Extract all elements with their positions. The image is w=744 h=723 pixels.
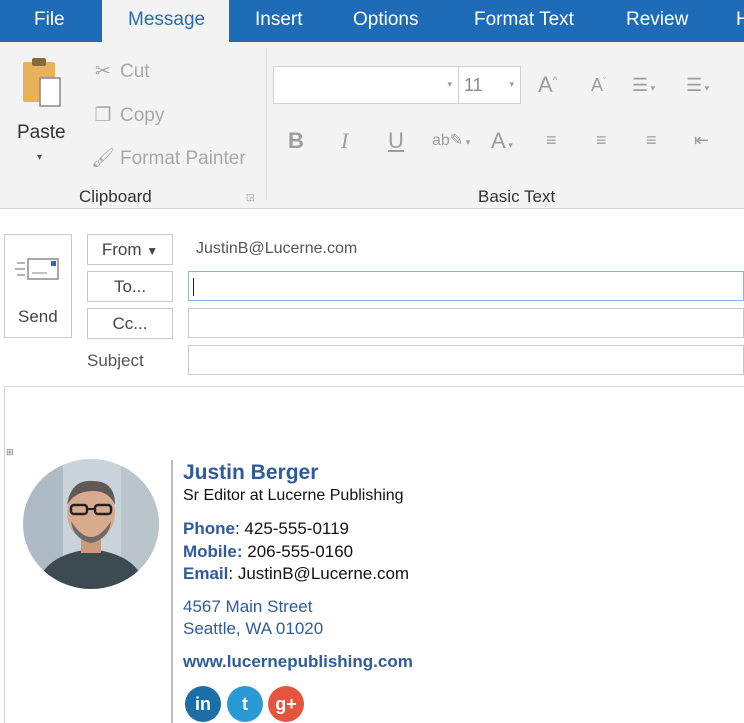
basic-text-group-label: Basic Text: [478, 187, 556, 206]
format-painter-label: Format Painter: [120, 148, 246, 169]
group-separator: [266, 48, 267, 200]
subject-field[interactable]: [188, 345, 744, 375]
table-move-handle-icon[interactable]: ⊞: [6, 447, 14, 458]
tab-help[interactable]: H: [736, 0, 744, 42]
phone-value: 425-555-0119: [244, 519, 350, 538]
bullets-icon[interactable]: ☰ ▾: [632, 75, 655, 96]
mobile-label: Mobile:: [183, 542, 243, 561]
copy-label: Copy: [120, 105, 165, 126]
align-left-icon[interactable]: ≡: [546, 130, 557, 151]
from-button[interactable]: From ▼: [87, 234, 173, 265]
message-body-border-left: [4, 386, 5, 723]
twitter-icon[interactable]: t: [227, 686, 263, 722]
cut-label: Cut: [120, 61, 150, 82]
signature-email: Email: JustinB@Lucerne.com: [183, 564, 410, 583]
text-caret: [193, 278, 194, 296]
cc-field[interactable]: [188, 308, 744, 338]
tab-options[interactable]: Options: [353, 0, 418, 42]
to-button[interactable]: To...: [87, 271, 173, 302]
tab-message[interactable]: Message: [102, 0, 229, 42]
copy-icon: ❐: [94, 105, 112, 126]
ribbon-panel: Paste ▾ ✂ Cut ❐ Copy 🖌 Format Painter Clipb…: [0, 42, 744, 209]
send-envelope-icon: [15, 258, 59, 280]
signature-address-line1: 4567 Main Street: [183, 597, 313, 616]
cc-button[interactable]: Cc...: [87, 308, 173, 339]
font-size-value: 11: [464, 75, 483, 95]
send-button[interactable]: Send: [4, 234, 72, 338]
to-field[interactable]: [188, 271, 744, 301]
font-size-combobox[interactable]: 11 ▾: [459, 66, 521, 104]
paste-button[interactable]: Paste ▾: [8, 56, 72, 174]
paste-icon: [23, 58, 61, 107]
italic-icon[interactable]: I: [341, 128, 348, 154]
cut-button[interactable]: ✂ Cut: [90, 56, 150, 88]
tab-review[interactable]: Review: [626, 0, 688, 42]
grow-font-icon[interactable]: A^: [538, 72, 557, 98]
signature-address-line2: Seattle, WA 01020: [183, 619, 324, 638]
clipboard-dialog-launcher-icon[interactable]: ◲: [246, 192, 255, 203]
google-plus-icon[interactable]: g+: [268, 686, 304, 722]
mobile-value: 206-555-0160: [247, 542, 354, 561]
tab-format-text[interactable]: Format Text: [474, 0, 574, 42]
align-center-icon[interactable]: ≡: [596, 130, 607, 151]
email-label: Email: [183, 564, 229, 583]
bold-icon[interactable]: B: [288, 128, 304, 154]
ribbon-tab-bar: File Message Insert Options Format Text …: [0, 0, 744, 42]
highlight-icon[interactable]: ab✎ ▾: [432, 130, 470, 150]
linkedin-icon[interactable]: in: [185, 686, 221, 722]
align-right-icon[interactable]: ≡: [646, 130, 657, 151]
format-painter-icon: 🖌: [90, 148, 116, 169]
signature-phone: Phone: 425-555-0119: [183, 519, 350, 538]
shrink-font-icon[interactable]: Aˇ: [591, 75, 606, 96]
signature-mobile: Mobile: 206-555-0160: [183, 542, 353, 562]
signature-title: Sr Editor at Lucerne Publishing: [183, 487, 404, 504]
signature-website-link[interactable]: www.lucernepublishing.com: [183, 652, 413, 672]
send-label: Send: [18, 307, 58, 326]
font-size-dropdown-icon[interactable]: ▾: [509, 79, 514, 90]
paste-dropdown-arrow-icon[interactable]: ▾: [37, 152, 42, 163]
paste-label: Paste: [17, 122, 66, 143]
scissors-icon: ✂: [95, 61, 111, 82]
underline-icon[interactable]: U: [388, 128, 404, 154]
message-body-border: [4, 386, 744, 387]
tab-file[interactable]: File: [34, 0, 65, 42]
font-name-dropdown-icon[interactable]: ▾: [447, 79, 452, 90]
format-painter-button[interactable]: 🖌 Format Painter: [90, 143, 246, 175]
from-address: JustinB@Lucerne.com: [196, 240, 358, 257]
from-label: From: [101, 240, 142, 259]
clipboard-group-label: Clipboard: [79, 187, 152, 206]
font-color-icon[interactable]: A ▾: [491, 128, 513, 154]
signature-divider: [171, 460, 173, 723]
signature-name: Justin Berger: [183, 461, 319, 484]
tab-insert[interactable]: Insert: [255, 0, 303, 42]
numbering-icon[interactable]: ☰ ▾: [686, 75, 709, 96]
font-name-combobox[interactable]: ▾: [273, 66, 459, 104]
decrease-indent-icon[interactable]: ⇤: [694, 130, 709, 151]
email-value[interactable]: JustinB@Lucerne.com: [238, 564, 409, 583]
phone-label: Phone: [183, 519, 235, 538]
from-dropdown-icon: ▼: [146, 244, 159, 258]
copy-button[interactable]: ❐ Copy: [90, 100, 164, 132]
signature-photo: [23, 459, 159, 589]
subject-label: Subject: [87, 351, 144, 370]
